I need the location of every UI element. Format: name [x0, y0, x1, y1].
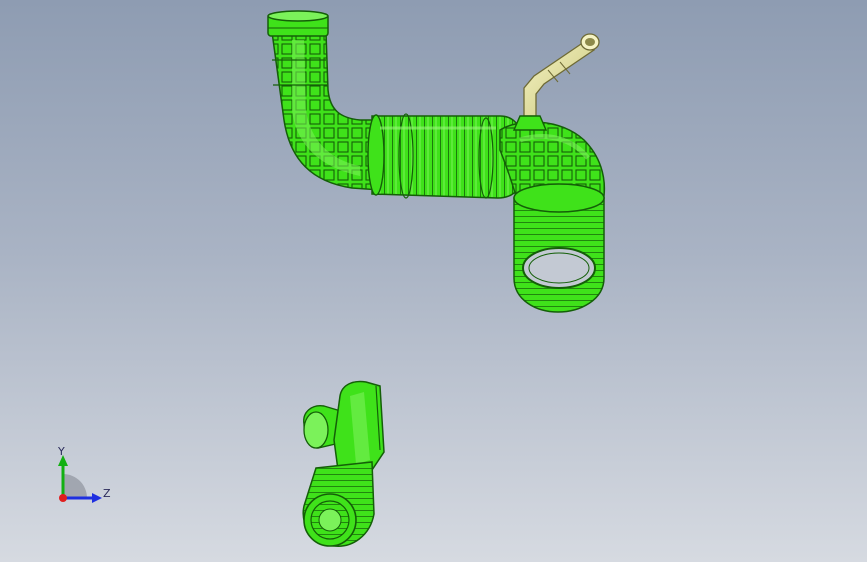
breather-tube[interactable] [512, 33, 600, 131]
bellows-section[interactable] [367, 113, 523, 199]
upper-elbow-duct[interactable] [271, 31, 381, 191]
resonator-connector-part[interactable] [302, 380, 385, 547]
top-collar-ring[interactable] [267, 10, 329, 37]
cad-viewport[interactable]: Y Z [0, 0, 867, 562]
x-axis-dot [59, 494, 67, 502]
orientation-triad: Y Z [57, 445, 111, 503]
z-axis-arrowhead [92, 493, 102, 503]
z-axis-label: Z [103, 487, 111, 500]
y-axis-label: Y [57, 445, 65, 458]
air-intake-hose-assembly[interactable] [267, 10, 606, 313]
model-scene[interactable]: Y Z [0, 0, 867, 562]
outlet-ribbed-sleeve[interactable] [513, 183, 605, 313]
